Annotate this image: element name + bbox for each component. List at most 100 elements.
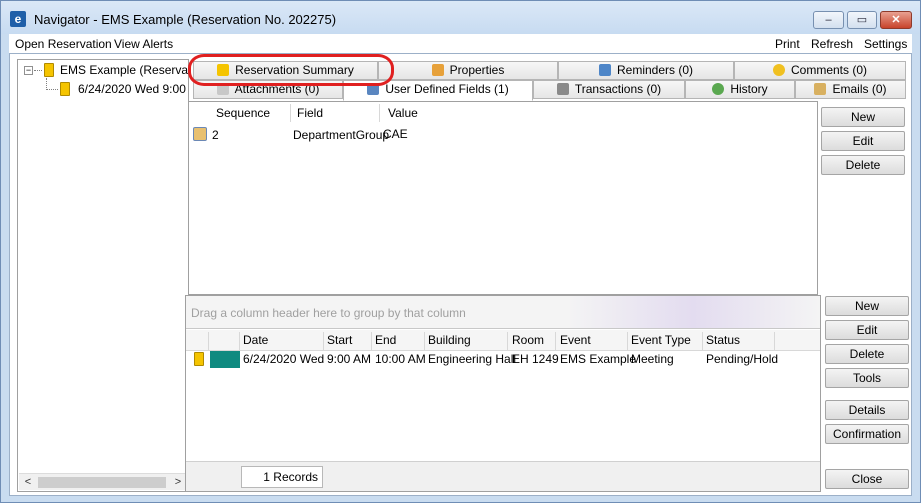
grid-footer: 1 Records <box>186 461 820 491</box>
scroll-left-icon[interactable]: < <box>20 475 36 490</box>
booking-details-button[interactable]: Details <box>825 400 909 420</box>
column-divider <box>290 104 291 122</box>
udf-delete-button[interactable]: Delete <box>821 155 905 175</box>
cell-end: 10:00 AM <box>375 352 426 366</box>
column-divider <box>507 332 508 350</box>
menu-refresh[interactable]: Refresh <box>811 37 853 51</box>
menu-view-alerts[interactable]: View Alerts <box>114 37 173 51</box>
column-room[interactable]: Room <box>512 333 544 347</box>
highlight-annotation <box>188 54 394 86</box>
cell-event-type: Meeting <box>631 352 674 366</box>
booking-confirmation-button[interactable]: Confirmation <box>825 424 909 444</box>
reservation-folder-icon <box>44 63 54 77</box>
comment-icon <box>772 64 785 76</box>
tree-connector <box>46 89 58 90</box>
tab-label: User Defined Fields (1) <box>385 82 509 96</box>
reservation-tree: − EMS Example (Reservatio 6/24/2020 Wed … <box>17 59 189 492</box>
booking-icon <box>194 352 204 366</box>
close-window-button[interactable]: ✕ <box>880 11 912 29</box>
tree-root-item[interactable]: EMS Example (Reservatio <box>60 63 188 77</box>
menu-print[interactable]: Print <box>775 37 800 51</box>
column-sequence[interactable]: Sequence <box>216 106 270 120</box>
group-by-hint: Drag a column header here to group by th… <box>191 306 466 320</box>
reminder-icon <box>598 64 611 76</box>
column-end[interactable]: End <box>375 333 396 347</box>
ems-app-icon: e <box>10 11 26 27</box>
scroll-right-icon[interactable]: > <box>170 475 186 490</box>
tab-comments[interactable]: Comments (0) <box>734 61 906 80</box>
booking-delete-button[interactable]: Delete <box>825 344 909 364</box>
column-divider <box>323 332 324 350</box>
cell-value: CAE <box>383 127 408 141</box>
client-area: − EMS Example (Reservatio 6/24/2020 Wed … <box>9 53 912 496</box>
booking-icon <box>60 82 70 96</box>
gear-icon <box>431 64 444 76</box>
column-event[interactable]: Event <box>560 333 591 347</box>
tree-horizontal-scrollbar[interactable]: < > <box>19 473 187 490</box>
collapse-icon[interactable]: − <box>24 66 33 75</box>
tab-reminders[interactable]: Reminders (0) <box>558 61 734 80</box>
booking-new-button[interactable]: New <box>825 296 909 316</box>
bookings-grid: Drag a column header here to group by th… <box>185 295 821 492</box>
tree-connector <box>34 70 42 71</box>
status-color-swatch <box>210 351 240 368</box>
cell-field: DepartmentGroup <box>293 128 390 142</box>
booking-edit-button[interactable]: Edit <box>825 320 909 340</box>
column-value[interactable]: Value <box>388 106 418 120</box>
tab-label: Reminders (0) <box>616 63 694 77</box>
tab-history[interactable]: History <box>685 80 795 99</box>
transactions-icon <box>556 83 569 95</box>
column-divider <box>774 332 775 350</box>
title-bar: e Navigator - EMS Example (Reservation N… <box>1 1 920 34</box>
column-divider <box>424 332 425 350</box>
group-by-panel[interactable]: Drag a column header here to group by th… <box>186 296 820 329</box>
column-divider <box>379 104 380 122</box>
udf-edit-button[interactable]: Edit <box>821 131 905 151</box>
column-divider <box>239 332 240 350</box>
udf-grid: Sequence Field Value 2 DepartmentGroup C… <box>188 101 818 295</box>
cell-event: EMS Example <box>560 352 637 366</box>
cell-date: 6/24/2020 Wed <box>243 352 325 366</box>
tab-label: Emails (0) <box>832 82 887 96</box>
menu-settings[interactable]: Settings <box>864 37 907 51</box>
tab-emails[interactable]: Emails (0) <box>795 80 906 99</box>
cell-status: Pending/Hold <box>706 352 779 366</box>
scrollbar-thumb[interactable] <box>38 477 166 488</box>
navigator-window: e Navigator - EMS Example (Reservation N… <box>0 0 921 503</box>
tree-booking-item[interactable]: 6/24/2020 Wed 9:00 <box>78 82 188 96</box>
maximize-icon: ▭ <box>856 14 868 26</box>
menu-bar: Open Reservation View Alerts Print Refre… <box>9 34 912 53</box>
udf-grid-header: Sequence Field Value <box>189 102 817 124</box>
cell-room: EH 1249 <box>512 352 559 366</box>
column-divider <box>208 332 209 350</box>
tab-label: History <box>730 82 768 96</box>
bookings-grid-header: Date Start End Building Room Event Event… <box>186 330 820 351</box>
maximize-button[interactable]: ▭ <box>847 11 877 29</box>
column-start[interactable]: Start <box>327 333 352 347</box>
cell-sequence: 2 <box>212 128 219 142</box>
user-field-icon <box>193 127 207 141</box>
menu-open-reservation[interactable]: Open Reservation <box>15 37 112 51</box>
column-divider <box>371 332 372 350</box>
close-button[interactable]: Close <box>825 469 909 489</box>
tab-label: Properties <box>449 63 505 77</box>
udf-new-button[interactable]: New <box>821 107 905 127</box>
tab-transactions[interactable]: Transactions (0) <box>533 80 685 99</box>
cell-building: Engineering Hall <box>428 352 517 366</box>
minimize-icon: – <box>825 14 832 26</box>
column-date[interactable]: Date <box>243 333 268 347</box>
tab-properties[interactable]: Properties <box>378 61 558 80</box>
column-building[interactable]: Building <box>428 333 471 347</box>
tab-label: Comments (0) <box>790 63 867 77</box>
column-event-type[interactable]: Event Type <box>631 333 691 347</box>
column-field[interactable]: Field <box>297 106 323 120</box>
column-divider <box>627 332 628 350</box>
window-title: Navigator - EMS Example (Reservation No.… <box>34 12 337 27</box>
close-icon: ✕ <box>891 14 901 26</box>
column-status[interactable]: Status <box>706 333 740 347</box>
cell-start: 9:00 AM <box>327 352 372 366</box>
booking-tools-button[interactable]: Tools <box>825 368 909 388</box>
column-divider <box>555 332 556 350</box>
minimize-button[interactable]: – <box>813 11 844 29</box>
tab-label: Transactions (0) <box>574 82 662 96</box>
